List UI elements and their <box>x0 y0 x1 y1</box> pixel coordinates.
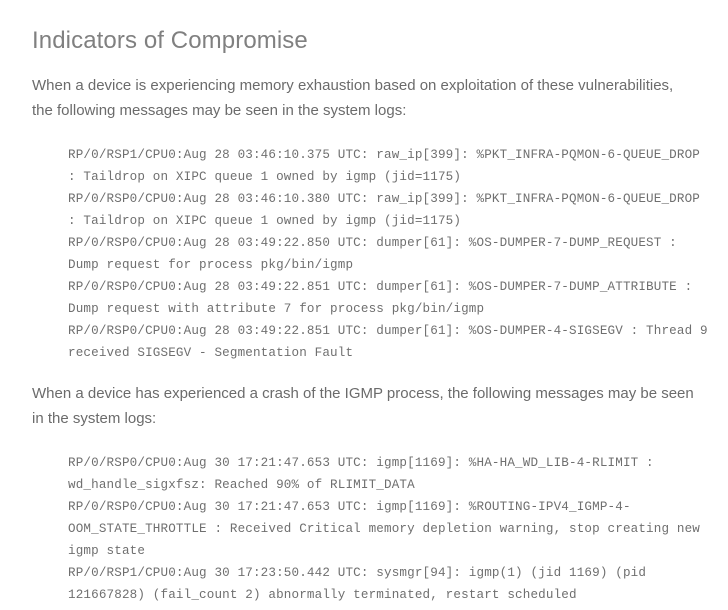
code-line: : Taildrop on XIPC queue 1 owned by igmp… <box>68 214 462 228</box>
page-title: Indicators of Compromise <box>32 27 308 54</box>
code-line: Dump request with attribute 7 for proces… <box>68 302 485 316</box>
code-line: RP/0/RSP1/CPU0:Aug 28 03:46:10.375 UTC: … <box>68 148 701 162</box>
code-line: OOM_STATE_THROTTLE : Received Critical m… <box>68 522 701 536</box>
document-page: Indicators of Compromise When a device i… <box>0 0 728 610</box>
code-line: RP/0/RSP0/CPU0:Aug 28 03:49:22.850 UTC: … <box>68 236 677 250</box>
code-block-igmp-crash-logs: RP/0/RSP0/CPU0:Aug 30 17:21:47.653 UTC: … <box>32 431 701 606</box>
code-line: RP/0/RSP0/CPU0:Aug 28 03:49:22.851 UTC: … <box>68 280 693 294</box>
code-line: : Taildrop on XIPC queue 1 owned by igmp… <box>68 170 462 184</box>
code-line: RP/0/RSP0/CPU0:Aug 30 17:21:47.653 UTC: … <box>68 500 631 514</box>
intro-paragraph-igmp-crash: When a device has experienced a crash of… <box>32 385 694 427</box>
document-content: Indicators of Compromise When a device i… <box>32 0 708 606</box>
code-line: RP/0/RSP0/CPU0:Aug 28 03:49:22.851 UTC: … <box>68 324 708 338</box>
code-block-memory-exhaustion-logs: RP/0/RSP1/CPU0:Aug 28 03:46:10.375 UTC: … <box>32 123 708 364</box>
intro-paragraph-memory-exhaustion: When a device is experiencing memory exh… <box>32 77 674 119</box>
code-line: 121667828) (fail_count 2) abnormally ter… <box>68 588 577 602</box>
code-line: received SIGSEGV - Segmentation Fault <box>68 346 354 360</box>
code-line: RP/0/RSP1/CPU0:Aug 30 17:23:50.442 UTC: … <box>68 566 647 580</box>
code-line: RP/0/RSP0/CPU0:Aug 30 17:21:47.653 UTC: … <box>68 456 654 470</box>
code-line: RP/0/RSP0/CPU0:Aug 28 03:46:10.380 UTC: … <box>68 192 701 206</box>
code-line: wd_handle_sigxfsz: Reached 90% of RLIMIT… <box>68 478 415 492</box>
code-line: Dump request for process pkg/bin/igmp <box>68 258 354 272</box>
code-line: igmp state <box>68 544 146 558</box>
